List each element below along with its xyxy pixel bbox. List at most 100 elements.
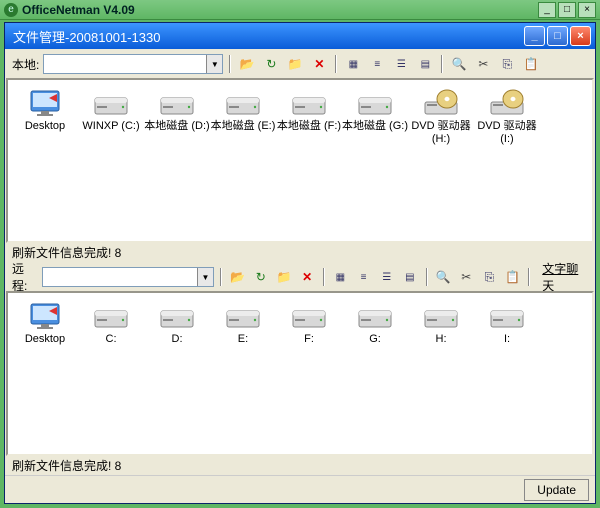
view-details-button[interactable]: ▤ [415, 54, 435, 74]
update-button[interactable]: Update [524, 479, 589, 501]
item-label: C: [106, 333, 117, 346]
remote-label: 远程: [12, 260, 38, 294]
file-item[interactable]: Desktop [12, 88, 78, 146]
item-label: Desktop [25, 120, 65, 133]
inner-window: 文件管理-20081001-1330 _ □ × 本地: ▼ 📂 ↻ 📁 ✕ ▦… [4, 22, 596, 504]
delete-button[interactable]: ✕ [309, 54, 329, 74]
separator [220, 268, 222, 286]
file-item[interactable]: Desktop [12, 301, 78, 346]
copy-button[interactable]: ⎘ [497, 54, 517, 74]
file-item[interactable]: D: [144, 301, 210, 346]
local-status: 刷新文件信息完成! 8 [6, 243, 594, 261]
file-item[interactable]: DVD 驱动器 (I:) [474, 88, 540, 146]
file-item[interactable]: 本地磁盘 (F:) [276, 88, 342, 146]
drive-icon [225, 88, 261, 118]
search-button[interactable]: 🔍 [449, 54, 469, 74]
file-item[interactable]: I: [474, 301, 540, 346]
remote-path-combo[interactable]: ▼ [42, 267, 214, 287]
file-item[interactable]: H: [408, 301, 474, 346]
search-button[interactable]: 🔍 [434, 267, 453, 287]
desktop-icon [27, 88, 63, 118]
separator [426, 268, 428, 286]
separator [323, 268, 325, 286]
inner-close-button[interactable]: × [570, 26, 591, 46]
chevron-down-icon: ▼ [206, 55, 222, 73]
new-folder-button[interactable]: 📁 [274, 267, 293, 287]
remote-pane: 远程: ▼ 📂 ↻ 📁 ✕ ▦ ≡ ☰ ▤ 🔍 ✂ ⎘ 📋 文字聊天 [5, 262, 595, 475]
item-label: H: [436, 333, 447, 346]
remote-status: 刷新文件信息完成! 8 [6, 456, 594, 474]
outer-window: e OfficeNetman V4.09 _ □ × 文件管理-20081001… [0, 0, 600, 508]
drive-icon [93, 301, 129, 331]
delete-button[interactable]: ✕ [298, 267, 317, 287]
drive-icon [291, 88, 327, 118]
up-folder-button[interactable]: 📂 [228, 267, 247, 287]
drive-icon [159, 301, 195, 331]
local-pane: 本地: ▼ 📂 ↻ 📁 ✕ ▦ ≡ ☰ ▤ 🔍 ✂ ⎘ 📋 DesktopWIN… [5, 49, 595, 262]
separator [335, 55, 337, 73]
drive-icon [93, 88, 129, 118]
file-item[interactable]: G: [342, 301, 408, 346]
cut-button[interactable]: ✂ [457, 267, 476, 287]
refresh-button[interactable]: ↻ [251, 267, 270, 287]
file-item[interactable]: F: [276, 301, 342, 346]
outer-close-button[interactable]: × [578, 2, 596, 18]
paste-button[interactable]: 📋 [521, 54, 541, 74]
text-chat-link[interactable]: 文字聊天 [542, 260, 588, 294]
inner-maximize-button[interactable]: □ [547, 26, 568, 46]
view-details-button[interactable]: ▤ [400, 267, 419, 287]
file-item[interactable]: E: [210, 301, 276, 346]
file-item[interactable]: WINXP (C:) [78, 88, 144, 146]
item-label: D: [172, 333, 183, 346]
outer-minimize-button[interactable]: _ [538, 2, 556, 18]
drive-icon [291, 301, 327, 331]
file-item[interactable]: 本地磁盘 (D:) [144, 88, 210, 146]
drive-icon [489, 301, 525, 331]
drive-icon [225, 301, 261, 331]
outer-maximize-button[interactable]: □ [558, 2, 576, 18]
separator [229, 55, 231, 73]
file-item[interactable]: C: [78, 301, 144, 346]
remote-toolbar: 远程: ▼ 📂 ↻ 📁 ✕ ▦ ≡ ☰ ▤ 🔍 ✂ ⎘ 📋 文字聊天 [6, 263, 594, 291]
item-label: 本地磁盘 (D:) [144, 120, 209, 133]
app-icon: e [4, 3, 18, 17]
paste-button[interactable]: 📋 [503, 267, 522, 287]
item-label: WINXP (C:) [82, 120, 139, 133]
copy-button[interactable]: ⎘ [480, 267, 499, 287]
drive-icon [357, 301, 393, 331]
drive-icon [159, 88, 195, 118]
view-large-button[interactable]: ▦ [343, 54, 363, 74]
view-small-button[interactable]: ≡ [367, 54, 387, 74]
separator [441, 55, 443, 73]
item-label: 本地磁盘 (F:) [277, 120, 341, 133]
view-list-button[interactable]: ☰ [391, 54, 411, 74]
desktop-icon [27, 301, 63, 331]
item-label: DVD 驱动器 (H:) [408, 120, 474, 146]
local-path-combo[interactable]: ▼ [43, 54, 223, 74]
view-small-button[interactable]: ≡ [354, 267, 373, 287]
inner-minimize-button[interactable]: _ [524, 26, 545, 46]
new-folder-button[interactable]: 📁 [285, 54, 305, 74]
item-label: Desktop [25, 333, 65, 346]
cut-button[interactable]: ✂ [473, 54, 493, 74]
item-label: 本地磁盘 (E:) [211, 120, 276, 133]
local-file-view[interactable]: DesktopWINXP (C:)本地磁盘 (D:)本地磁盘 (E:)本地磁盘 … [6, 78, 594, 243]
inner-titlebar: 文件管理-20081001-1330 _ □ × [5, 23, 595, 49]
file-item[interactable]: 本地磁盘 (E:) [210, 88, 276, 146]
outer-title: OfficeNetman V4.09 [22, 3, 538, 17]
refresh-button[interactable]: ↻ [261, 54, 281, 74]
file-item[interactable]: DVD 驱动器 (H:) [408, 88, 474, 146]
drive-icon [423, 301, 459, 331]
cd-icon [423, 88, 459, 118]
item-label: I: [504, 333, 510, 346]
view-list-button[interactable]: ☰ [377, 267, 396, 287]
cd-icon [489, 88, 525, 118]
up-folder-button[interactable]: 📂 [237, 54, 257, 74]
item-label: 本地磁盘 (G:) [342, 120, 408, 133]
file-item[interactable]: 本地磁盘 (G:) [342, 88, 408, 146]
separator [528, 268, 530, 286]
chevron-down-icon: ▼ [197, 268, 213, 286]
remote-file-view[interactable]: Desktop C: D: E:F:G: H: I: [6, 291, 594, 456]
drive-icon [357, 88, 393, 118]
view-large-button[interactable]: ▦ [331, 267, 350, 287]
